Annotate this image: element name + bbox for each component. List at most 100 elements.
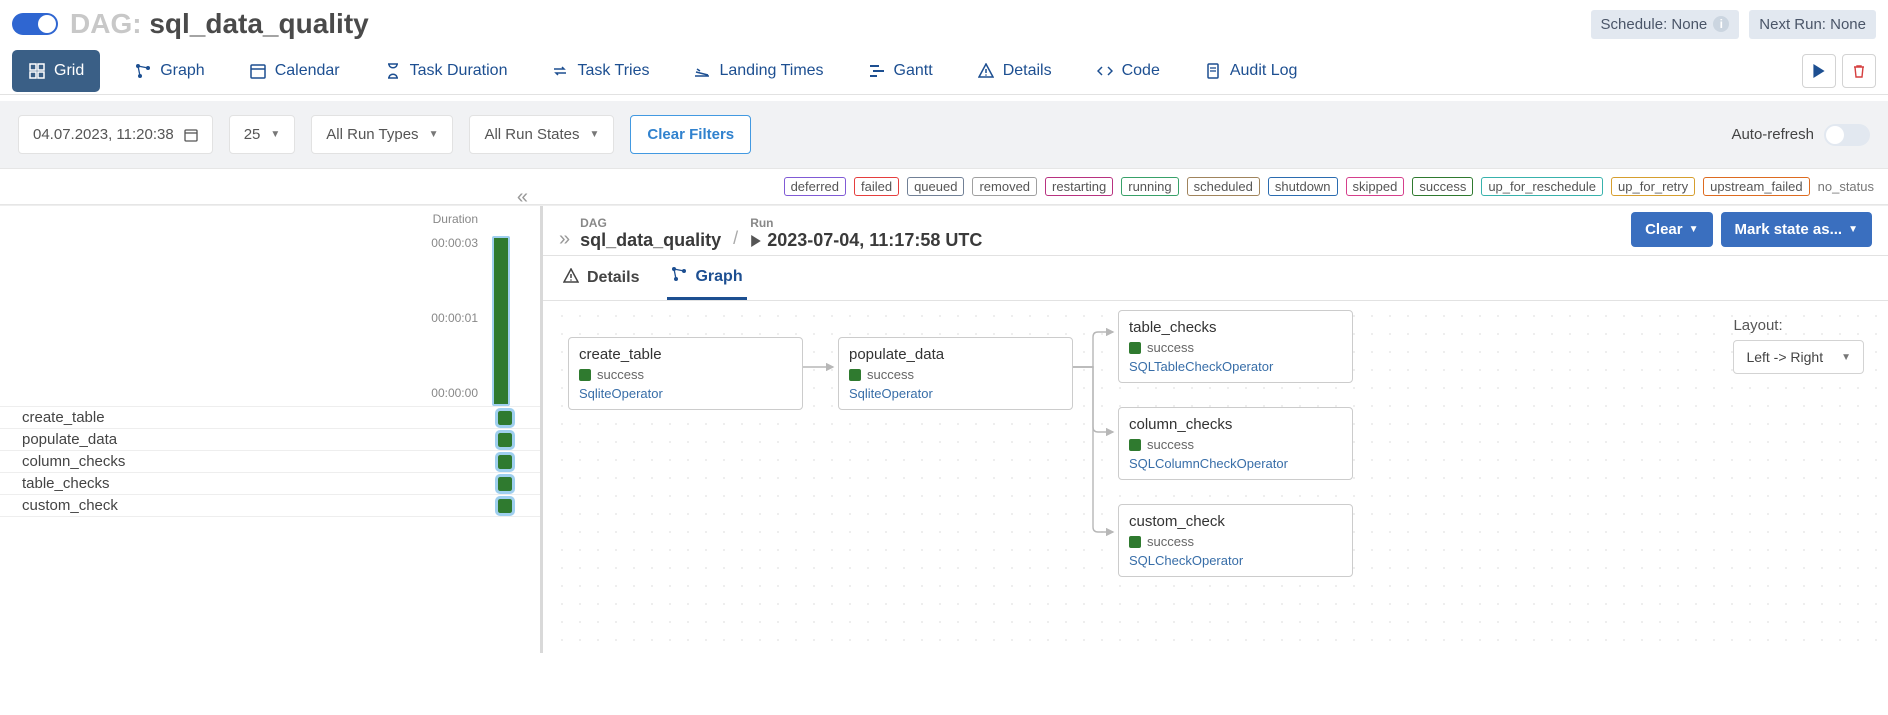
legend-up_for_retry[interactable]: up_for_retry [1611,177,1695,196]
tab-label: Graph [160,62,204,80]
tab-code[interactable]: Code [1086,50,1170,92]
legend-queued[interactable]: queued [907,177,964,196]
task-status-box[interactable] [498,455,512,469]
info-icon[interactable]: i [1713,16,1729,32]
expand-panel-icon[interactable]: » [559,228,570,251]
graph-canvas[interactable]: create_table success SqliteOperator popu… [553,307,1878,647]
graph-node-custom-check[interactable]: custom_check success SQLCheckOperator [1118,504,1353,577]
legend-running[interactable]: running [1121,177,1178,196]
graph-node-column-checks[interactable]: column_checks success SQLColumnCheckOper… [1118,407,1353,480]
hourglass-icon [384,62,402,80]
graph-node-create-table[interactable]: create_table success SqliteOperator [568,337,803,410]
task-name: table_checks [22,475,110,492]
status-box-icon [1129,342,1141,354]
run-states-select[interactable]: All Run States ▼ [469,115,614,154]
task-row[interactable]: column_checks [0,450,540,472]
schedule-text: Schedule: None [1601,16,1708,33]
task-status-box[interactable] [498,411,512,425]
node-status: success [867,367,914,382]
node-status: success [597,367,644,382]
task-status-box[interactable] [498,499,512,513]
task-status-box[interactable] [498,477,512,491]
tab-label: Audit Log [1230,62,1298,80]
node-title: populate_data [849,346,1062,363]
tab-graph[interactable]: Graph [124,50,214,92]
run-types-select[interactable]: All Run Types ▼ [311,115,453,154]
datetime-input[interactable]: 04.07.2023, 11:20:38 [18,115,213,154]
tab-details[interactable]: Details [967,50,1062,92]
chevron-down-icon: ▼ [270,129,280,140]
chevron-down-icon: ▼ [1841,352,1851,363]
status-box-icon [579,369,591,381]
code-icon [1096,62,1114,80]
dag-name: sql_data_quality [149,8,368,39]
duration-tick: 00:00:01 [431,311,478,325]
details-panel: » DAG sql_data_quality / Run 2023-07-04,… [540,206,1888,653]
legend-no-status[interactable]: no_status [1818,179,1874,194]
graph-node-populate-data[interactable]: populate_data success SqliteOperator [838,337,1073,410]
grid-panel: « Duration 00:00:03 00:00:01 00:00:00 cr… [0,206,540,653]
breadcrumb-dag-name[interactable]: sql_data_quality [580,230,721,251]
breadcrumb-run-ts[interactable]: 2023-07-04, 11:17:58 UTC [750,230,982,251]
node-status: success [1147,340,1194,355]
audit-icon [1204,62,1222,80]
status-box-icon [1129,536,1141,548]
mark-state-label: Mark state as... [1735,221,1843,238]
trigger-dag-button[interactable] [1802,54,1836,88]
legend-failed[interactable]: failed [854,177,899,196]
page-size-select[interactable]: 25 ▼ [229,115,296,154]
tab-grid[interactable]: Grid [12,50,100,92]
task-row[interactable]: custom_check [0,494,540,517]
tab-audit-log[interactable]: Audit Log [1194,50,1308,92]
legend-success[interactable]: success [1412,177,1473,196]
tab-gantt[interactable]: Gantt [858,50,943,92]
clear-filters-button[interactable]: Clear Filters [630,115,751,154]
chevron-down-icon: ▼ [1689,224,1699,235]
tab-task-tries[interactable]: Task Tries [541,50,659,92]
node-title: create_table [579,346,792,363]
tab-task-duration[interactable]: Task Duration [374,50,518,92]
task-row[interactable]: table_checks [0,472,540,494]
breadcrumb: » DAG sql_data_quality / Run 2023-07-04,… [559,216,982,251]
tab-calendar[interactable]: Calendar [239,50,350,92]
mark-state-button[interactable]: Mark state as... ▼ [1721,212,1872,247]
layout-label: Layout: [1733,317,1782,334]
tab-landing-times[interactable]: Landing Times [683,50,833,92]
node-operator: SQLCheckOperator [1129,553,1342,568]
dag-header: DAG: sql_data_quality Schedule: None i N… [0,0,1888,48]
calendar-icon [249,62,267,80]
legend-removed[interactable]: removed [972,177,1037,196]
schedule-badge: Schedule: None i [1591,10,1740,39]
gantt-icon [868,62,886,80]
next-run-badge: Next Run: None [1749,10,1876,39]
legend-restarting[interactable]: restarting [1045,177,1113,196]
task-status-box[interactable] [498,433,512,447]
legend-skipped[interactable]: skipped [1346,177,1405,196]
task-row[interactable]: create_table [0,406,540,428]
chevron-down-icon: ▼ [429,129,439,140]
run-states-value: All Run States [484,126,579,143]
legend-shutdown[interactable]: shutdown [1268,177,1338,196]
clear-button[interactable]: Clear ▼ [1631,212,1712,247]
graph-node-table-checks[interactable]: table_checks success SQLTableCheckOperat… [1118,310,1353,383]
delete-dag-button[interactable] [1842,54,1876,88]
auto-refresh-toggle[interactable] [1824,124,1870,146]
legend-scheduled[interactable]: scheduled [1187,177,1260,196]
subtab-details[interactable]: Details [559,256,643,300]
trash-icon [1852,64,1866,78]
layout-select[interactable]: Left -> Right ▼ [1733,340,1864,374]
run-bar[interactable] [492,236,510,406]
legend-upstream_failed[interactable]: upstream_failed [1703,177,1810,196]
legend-deferred[interactable]: deferred [784,177,846,196]
legend-up_for_reschedule[interactable]: up_for_reschedule [1481,177,1603,196]
subtab-graph[interactable]: Graph [667,256,746,300]
dag-nav: Grid Graph Calendar Task Duration Task Tries… [0,48,1888,95]
node-status: success [1147,437,1194,452]
node-status: success [1147,534,1194,549]
tab-label: Calendar [275,62,340,80]
tab-label: Code [1122,62,1160,80]
tab-label: Task Tries [577,62,649,80]
dag-enable-toggle[interactable] [12,13,58,35]
node-operator: SQLColumnCheckOperator [1129,456,1342,471]
task-row[interactable]: populate_data [0,428,540,450]
